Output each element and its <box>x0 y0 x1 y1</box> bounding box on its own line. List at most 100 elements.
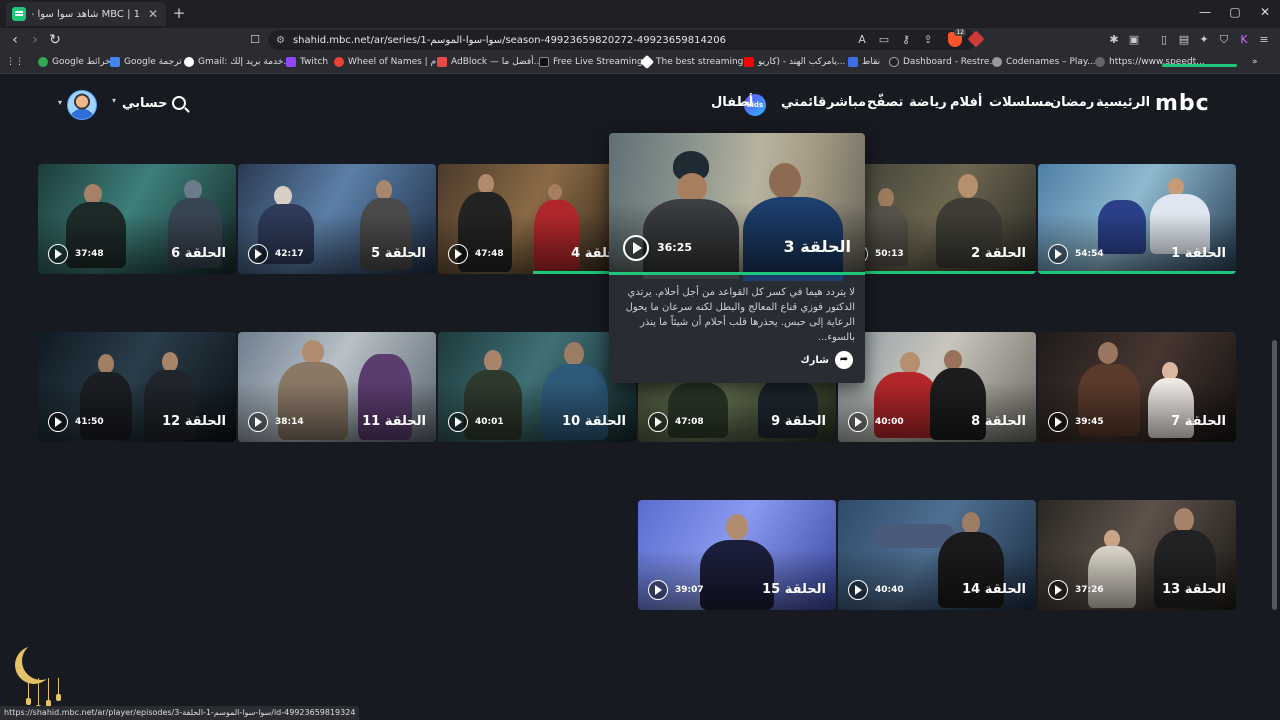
bookmark-maps[interactable]: Google خرائط <box>38 57 111 67</box>
leo-ai-icon[interactable]: ✦ <box>1196 33 1212 46</box>
more-bookmarks-icon[interactable]: » <box>1252 57 1258 67</box>
extensions-icon[interactable]: ✱ <box>1106 33 1122 46</box>
nav-movies[interactable]: أفلام <box>950 95 982 110</box>
play-icon[interactable] <box>248 244 268 264</box>
vpn-icon[interactable]: ⛉ <box>1216 33 1232 47</box>
episode-title: الحلقة 1 <box>1171 246 1226 261</box>
bookmark-best-streaming[interactable]: The best streaming... <box>639 54 752 70</box>
nav-live[interactable]: مباشر <box>827 95 866 110</box>
search-icon[interactable] <box>172 96 186 110</box>
episode-card-14[interactable]: 40:40 الحلقة 14 <box>838 500 1036 610</box>
play-icon[interactable] <box>1048 244 1068 264</box>
crescent-moon-icon <box>22 642 60 680</box>
episode-duration: 39:07 <box>675 585 704 595</box>
points-icon <box>848 57 858 67</box>
nav-browse[interactable]: تصفّح <box>867 95 903 110</box>
episode-duration: 42:17 <box>275 249 304 259</box>
key-icon[interactable]: ⚷ <box>898 33 914 46</box>
menu-icon[interactable]: ≡ <box>1256 33 1272 46</box>
episode-card-15[interactable]: 39:07 الحلقة 15 <box>638 500 836 610</box>
episode-card-2[interactable]: 50:13 الحلقة 2 <box>838 164 1036 274</box>
play-icon[interactable] <box>848 580 868 600</box>
episode-duration: 40:00 <box>875 417 904 427</box>
bookmark-twitch[interactable]: Twitch <box>286 57 328 67</box>
lantern-bead <box>56 694 61 701</box>
bookmark-translate[interactable]: Google ترجمة <box>110 57 182 67</box>
page-scrollbar[interactable] <box>1272 340 1277 610</box>
bookmark-icon[interactable]: ☐ <box>246 31 264 49</box>
bookmark-codenames[interactable]: Codenames – Play... <box>992 57 1096 67</box>
bookmark-free-live[interactable]: Free Live Streaming... <box>539 57 651 67</box>
nav-sports[interactable]: رياضة <box>909 95 947 110</box>
nav-home[interactable]: الرئيسية <box>1096 95 1150 110</box>
bookmark-points[interactable]: نقاط <box>848 57 880 67</box>
play-icon[interactable] <box>1048 580 1068 600</box>
reload-button[interactable]: ↻ <box>46 31 64 49</box>
episode-card-8[interactable]: 40:00 الحلقة 8 <box>838 332 1036 442</box>
episode-card-5[interactable]: 42:17 الحلقة 5 <box>238 164 436 274</box>
episode-title: الحلقة 11 <box>362 414 426 429</box>
play-icon[interactable] <box>648 412 668 432</box>
translate-icon[interactable]: A <box>854 33 870 46</box>
play-icon[interactable] <box>48 244 68 264</box>
close-window-button[interactable]: ✕ <box>1250 5 1280 19</box>
brave-shields-icon[interactable]: 12 <box>948 29 966 47</box>
bookmark-dashboard[interactable]: Dashboard - Restre... <box>889 57 998 67</box>
screenshot-icon[interactable]: ▣ <box>1126 33 1142 46</box>
bookmark-wheel[interactable]: Wheel of Names | م... <box>334 57 445 67</box>
play-icon[interactable] <box>248 412 268 432</box>
cast-icon[interactable]: ▭ <box>876 33 892 46</box>
preview-description: لا يتردد هيما في كسر كل القواعد من أجل أ… <box>625 287 855 343</box>
episode-duration: 40:01 <box>475 417 504 427</box>
episode-card-13[interactable]: 37:26 الحلقة 13 <box>1038 500 1236 610</box>
episode-duration: 40:40 <box>875 585 904 595</box>
play-icon[interactable] <box>48 412 68 432</box>
back-button[interactable]: ‹ <box>6 31 24 49</box>
episode-preview-card[interactable]: 36:25 الحلقة 3 لا يتردد هيما في كسر كل ا… <box>609 133 865 383</box>
nav-ramadan[interactable]: رمضان <box>1050 95 1094 110</box>
episode-card-10[interactable]: 40:01 الحلقة 10 <box>438 332 636 442</box>
share-page-icon[interactable]: ⇪ <box>920 33 936 46</box>
play-icon[interactable] <box>648 580 668 600</box>
mbc-logo[interactable]: mbc <box>1155 91 1210 116</box>
episode-card-11[interactable]: 38:14 الحلقة 11 <box>238 332 436 442</box>
translate-bookmark-icon <box>110 57 120 67</box>
chevron-down-icon[interactable]: ▾ <box>112 96 116 105</box>
episode-title: الحلقة 2 <box>971 246 1026 261</box>
bookmark-gmail[interactable]: Gmail: خدمة بريد إلك... <box>184 57 292 67</box>
stream-icon <box>539 57 549 67</box>
nav-my-list[interactable]: قائمتي <box>781 95 826 110</box>
lantern-rope <box>58 678 59 694</box>
browser-tab[interactable]: MBC | 1 شاهد سوا سوا - الموسم ✕ <box>6 2 166 26</box>
play-icon[interactable] <box>448 244 468 264</box>
preview-play-icon[interactable] <box>623 235 649 261</box>
nav-series[interactable]: مسلسلات <box>989 95 1052 110</box>
forward-button[interactable]: › <box>26 31 44 49</box>
play-icon[interactable] <box>848 412 868 432</box>
nav-kids[interactable]: أطفال <box>711 95 753 110</box>
new-tab-button[interactable]: + <box>170 4 188 22</box>
episode-card-7[interactable]: 39:45 الحلقة 7 <box>1038 332 1236 442</box>
avatar[interactable] <box>67 90 97 120</box>
maximize-button[interactable]: ▢ <box>1220 5 1250 19</box>
play-icon[interactable] <box>448 412 468 432</box>
close-tab-icon[interactable]: ✕ <box>146 7 160 21</box>
minimize-button[interactable]: — <box>1190 5 1220 19</box>
episode-card-1[interactable]: 54:54 الحلقة 1 <box>1038 164 1236 274</box>
play-icon[interactable] <box>1048 412 1068 432</box>
episode-card-4[interactable]: 47:48 الحلقة 4 <box>438 164 636 274</box>
account-menu[interactable]: حسابي <box>122 96 168 111</box>
wallet-icon[interactable]: ▤ <box>1176 33 1192 46</box>
profile-icon[interactable]: K <box>1236 33 1252 46</box>
avatar-chevron-icon[interactable]: ▾ <box>58 98 62 107</box>
bookmark-youtube[interactable]: يامركب الهند - (كاريو... <box>744 57 845 67</box>
episode-duration: 47:08 <box>675 417 704 427</box>
share-button[interactable]: ➦ شارك <box>800 351 853 369</box>
site-info-icon[interactable]: ⚙ <box>276 35 285 46</box>
episode-title: الحلقة 13 <box>1162 582 1226 597</box>
bookmark-adblock[interactable]: AdBlock — أفضل ما... <box>437 57 542 67</box>
episode-card-12[interactable]: 41:50 الحلقة 12 <box>38 332 236 442</box>
episode-card-6[interactable]: 37:48 الحلقة 6 <box>38 164 236 274</box>
apps-icon[interactable]: ⋮⋮ <box>6 57 24 67</box>
sidebar-icon[interactable]: ▯ <box>1156 33 1172 46</box>
